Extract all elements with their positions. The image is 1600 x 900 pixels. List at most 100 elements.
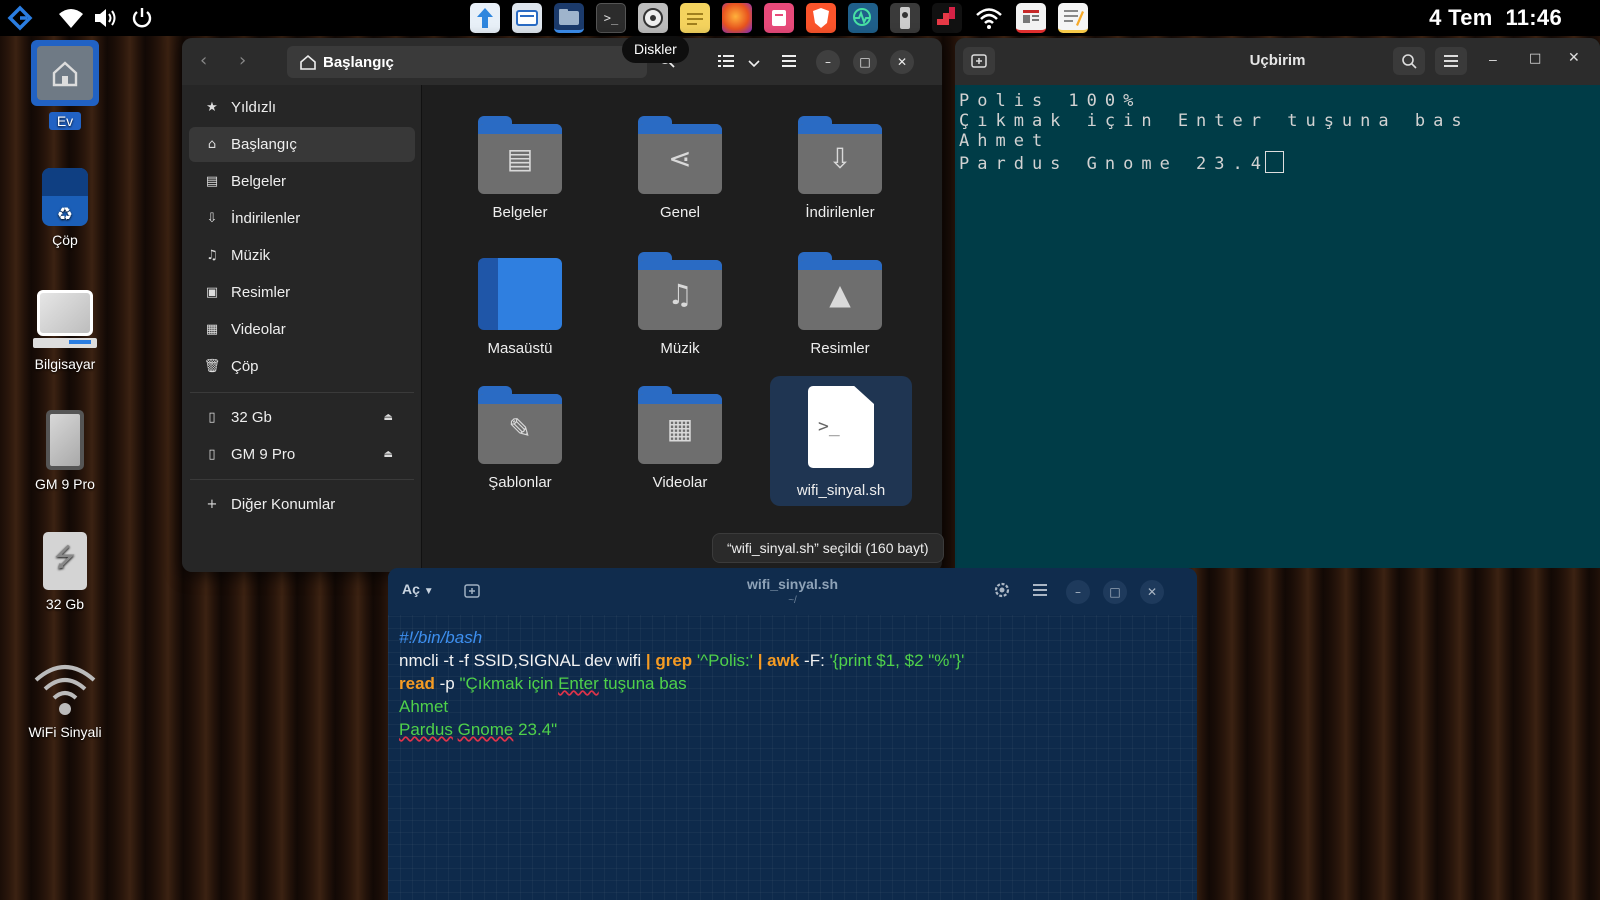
desktop-item-phone[interactable]: GM 9 Pro xyxy=(20,410,110,492)
terminal-cursor xyxy=(1265,151,1284,173)
sidebar-item-home[interactable]: ⌂ Başlangıç xyxy=(189,127,415,162)
tetris-icon[interactable] xyxy=(932,3,962,33)
folder-item[interactable]: ⋖ Genel xyxy=(600,116,760,221)
usb-writer-icon[interactable] xyxy=(890,3,920,33)
forward-button[interactable]: › xyxy=(239,50,246,71)
sidebar-item-pictures[interactable]: ▣ Resimler xyxy=(189,275,415,310)
code-token: | awk xyxy=(757,651,800,670)
eject-icon[interactable]: ⏏ xyxy=(384,412,393,423)
network-icon[interactable] xyxy=(974,3,1004,33)
news-icon[interactable] xyxy=(1016,3,1046,33)
close-button[interactable]: ✕ xyxy=(1568,50,1580,66)
share-folder-icon: ⋖ xyxy=(638,116,722,194)
sidebar-item-music[interactable]: ♫ Müzik xyxy=(189,238,415,273)
sidebar-item-label: Resimler xyxy=(231,284,291,301)
path-label: Başlangıç xyxy=(323,53,394,71)
maximize-button[interactable]: □ xyxy=(853,50,877,74)
code-line: read -p "Çıkmak için Enter tuşuna bas xyxy=(399,672,964,695)
folder-item[interactable]: ▲ Resimler xyxy=(760,252,920,357)
menu-icon[interactable] xyxy=(1033,583,1047,601)
sidebar-item-label: Videolar xyxy=(231,321,286,338)
desktop-item-usb[interactable]: ⭍ 32 Gb xyxy=(20,532,110,612)
settings-icon[interactable] xyxy=(992,580,1012,605)
folder-item[interactable]: ♫ Müzik xyxy=(600,252,760,357)
terminal-icon[interactable]: >_ xyxy=(596,3,626,33)
close-button[interactable]: ✕ xyxy=(1140,580,1164,604)
maximize-button[interactable]: □ xyxy=(1103,580,1127,604)
view-options-chevron-icon[interactable] xyxy=(748,55,760,73)
sidebar-item-downloads[interactable]: ⇩ İndirilenler xyxy=(189,201,415,236)
app-menu-icon[interactable] xyxy=(4,2,36,34)
disks-icon[interactable] xyxy=(638,3,668,33)
script-file-icon: >_ xyxy=(808,386,874,468)
system-monitor-icon[interactable] xyxy=(848,3,878,33)
desktop-item-wifi-script[interactable]: WiFi Sinyali xyxy=(20,660,110,740)
wifi-signal-icon xyxy=(32,660,98,718)
computer-icon xyxy=(33,290,97,350)
sidebar-item-label: 32 Gb xyxy=(231,409,272,426)
download-icon: ⇩ xyxy=(206,211,218,226)
video-icon: ▦ xyxy=(205,322,219,337)
sidebar-item-starred[interactable]: ★ Yıldızlı xyxy=(189,90,415,125)
list-view-icon[interactable] xyxy=(718,54,734,73)
desktop-item-computer[interactable]: Bilgisayar xyxy=(20,290,110,372)
sidebar-item-documents[interactable]: ▤ Belgeler xyxy=(189,164,415,199)
desktop-folder-icon xyxy=(478,252,562,330)
sidebar-device-usb[interactable]: ▯ 32 Gb ⏏ xyxy=(189,400,415,435)
file-item-selected[interactable]: >_ wifi_sinyal.sh xyxy=(770,376,912,506)
close-button[interactable]: ✕ xyxy=(890,50,914,74)
search-button[interactable] xyxy=(1393,47,1425,75)
folder-item[interactable]: ▦ Videolar xyxy=(600,386,760,491)
minimize-button[interactable]: – xyxy=(1066,580,1090,604)
sidebar-item-label: GM 9 Pro xyxy=(231,446,296,463)
back-button[interactable]: ‹ xyxy=(200,50,207,71)
eject-icon[interactable]: ⏏ xyxy=(384,449,393,460)
brave-icon[interactable] xyxy=(806,3,836,33)
sidebar-other-locations[interactable]: + Diğer Konumlar xyxy=(189,487,415,522)
maximize-button[interactable]: □ xyxy=(1529,51,1541,66)
code-token: '{print $1, $2 "%"}' xyxy=(829,651,965,670)
code-editor[interactable]: #!/bin/bash nmcli -t -f SSID,SIGNAL dev … xyxy=(399,626,964,741)
power-icon[interactable] xyxy=(126,2,158,34)
file-label: wifi_sinyal.sh xyxy=(796,482,886,499)
trash-icon: 🗑 xyxy=(203,359,221,374)
desktop-item-trash[interactable]: ♻ Çöp xyxy=(20,168,110,248)
menu-button[interactable] xyxy=(1435,47,1467,75)
desktop-item-home[interactable]: Ev xyxy=(20,40,110,130)
code-token: Pardus xyxy=(399,720,453,739)
notes-icon[interactable] xyxy=(680,3,710,33)
code-token: Gnome xyxy=(457,720,514,739)
firefox-icon[interactable] xyxy=(722,3,752,33)
editor-headerbar: Aç ▼ wifi_sinyal.sh ~/ – □ ✕ xyxy=(388,568,1197,615)
updater-icon[interactable] xyxy=(470,3,500,33)
folder-item[interactable]: ⇩ İndirilenler xyxy=(760,116,920,221)
sidebar-item-videos[interactable]: ▦ Videolar xyxy=(189,312,415,347)
minimize-button[interactable]: – xyxy=(816,50,840,74)
folder-label: Masaüstü xyxy=(487,340,553,357)
terminal-output[interactable]: Polis 100% Çıkmak için Enter tuşuna bas … xyxy=(957,85,1600,568)
folder-item[interactable]: Masaüstü xyxy=(440,252,600,357)
path-bar[interactable]: Başlangıç xyxy=(287,46,647,78)
dock-tooltip: Diskler xyxy=(622,36,689,63)
clock[interactable]: 4 Tem 11:46 xyxy=(1429,5,1562,31)
usb-drive-icon: ⭍ xyxy=(43,532,87,590)
minimize-button[interactable]: – xyxy=(1489,51,1497,67)
home-icon: ⌂ xyxy=(207,137,217,152)
menu-icon[interactable] xyxy=(782,54,796,72)
text-editor-icon[interactable] xyxy=(1058,3,1088,33)
wifi-icon[interactable] xyxy=(55,2,87,34)
sidebar-device-phone[interactable]: ▯ GM 9 Pro ⏏ xyxy=(189,437,415,472)
folder-item[interactable]: ✎ Şablonlar xyxy=(440,386,600,491)
sidebar-item-label: Çöp xyxy=(231,358,259,375)
files-icon[interactable] xyxy=(554,3,584,33)
sidebar-separator xyxy=(190,392,414,393)
sidebar-item-label: İndirilenler xyxy=(231,210,301,227)
screenshot-icon[interactable] xyxy=(512,3,542,33)
terminal-line: Ahmet xyxy=(959,131,1051,151)
sidebar-item-trash[interactable]: 🗑 Çöp xyxy=(189,349,415,384)
flashcards-icon[interactable] xyxy=(764,3,794,33)
code-token: Enter xyxy=(558,674,599,693)
documents-folder-icon: ▤ xyxy=(478,116,562,194)
volume-icon[interactable] xyxy=(90,2,122,34)
folder-item[interactable]: ▤ Belgeler xyxy=(440,116,600,221)
